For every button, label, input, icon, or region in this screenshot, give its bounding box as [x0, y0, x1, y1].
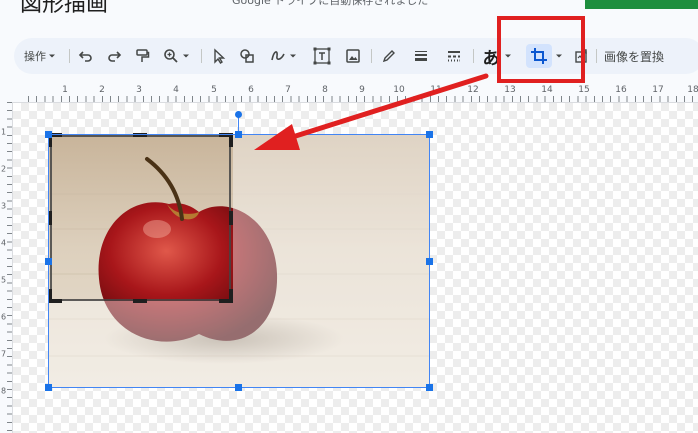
image-icon [346, 49, 360, 63]
border-dash-button[interactable] [442, 44, 466, 68]
ruler-number: 12 [467, 85, 479, 95]
toolbar-divider [371, 49, 372, 63]
text-box-button[interactable] [310, 44, 334, 68]
toolbar-divider [596, 49, 597, 63]
toolbar: 操作 あ 画像を置換 [14, 38, 698, 74]
resize-handle-top-right[interactable] [426, 131, 433, 138]
vertical-ruler: 1 2 3 4 5 6 7 8 [0, 102, 13, 433]
ruler-number: 4 [1, 238, 7, 248]
rotation-handle[interactable] [235, 111, 242, 118]
ruler-number: 17 [652, 85, 664, 95]
ruler-number: 5 [211, 85, 217, 95]
chevron-down-icon [182, 54, 189, 58]
resize-handle-top-left[interactable] [45, 131, 52, 138]
image-selection-frame [48, 134, 430, 388]
line-icon [270, 51, 285, 61]
ruler-number: 2 [1, 164, 7, 174]
undo-button[interactable] [74, 44, 98, 68]
select-icon [214, 48, 226, 64]
border-color-button[interactable] [377, 44, 401, 68]
horizontal-ruler: 1 2 3 4 5 6 7 8 9 10 11 12 13 14 15 16 1… [0, 82, 698, 103]
toolbar-divider [69, 49, 70, 63]
ruler-number: 14 [541, 85, 553, 95]
shape-icon [240, 49, 254, 63]
resize-handle-bottom-right[interactable] [426, 384, 433, 391]
resize-handle-top[interactable] [235, 131, 242, 138]
ruler-number: 1 [62, 85, 68, 95]
undo-icon [78, 51, 92, 62]
ruler-number: 18 [687, 85, 698, 95]
paint-format-icon [136, 49, 150, 62]
toolbar-divider [473, 49, 474, 63]
insert-image-button[interactable] [341, 44, 365, 68]
resize-handle-right[interactable] [426, 258, 433, 265]
ruler-number: 7 [285, 85, 291, 95]
replace-image-button[interactable]: 画像を置換 [604, 44, 684, 68]
ruler-number: 2 [99, 85, 105, 95]
ruler-number: 10 [393, 85, 405, 95]
paint-format-button[interactable] [130, 44, 154, 68]
line-dash-icon [448, 51, 460, 62]
ruler-number: 9 [359, 85, 365, 95]
ruler-number: 7 [1, 349, 7, 359]
pen-icon [382, 50, 395, 63]
ruler-number: 6 [1, 312, 7, 322]
ruler-ticks [28, 96, 698, 102]
ruler-ticks [7, 102, 12, 433]
resize-handle-left[interactable] [45, 258, 52, 265]
ruler-number: 13 [504, 85, 516, 95]
zoom-icon [163, 49, 178, 63]
ruler-number: 11 [430, 85, 442, 95]
redo-button[interactable] [102, 44, 126, 68]
zoom-button[interactable] [158, 44, 194, 68]
toolbar-divider [201, 49, 202, 63]
line-weight-icon [415, 51, 427, 61]
document-title[interactable]: 図形描画 [20, 0, 108, 18]
operations-menu[interactable]: 操作 [24, 44, 64, 68]
ruler-number: 6 [248, 85, 254, 95]
ruler-number: 3 [1, 201, 7, 211]
ruler-number: 1 [1, 127, 7, 137]
ruler-number: 8 [1, 386, 7, 396]
ruler-number: 4 [173, 85, 179, 95]
text-box-icon [313, 47, 331, 65]
chevron-down-icon [49, 54, 55, 58]
resize-handle-bottom[interactable] [235, 384, 242, 391]
annotation-highlight-box [497, 16, 585, 83]
ruler-number: 8 [322, 85, 328, 95]
select-button[interactable] [207, 44, 231, 68]
ruler-number: 3 [136, 85, 142, 95]
border-weight-button[interactable] [409, 44, 433, 68]
shape-button[interactable] [235, 44, 259, 68]
share-button[interactable] [585, 0, 698, 9]
ruler-number: 5 [1, 275, 7, 285]
ruler-number: 15 [578, 85, 590, 95]
title-bar: 図形描画 Google ドライブに自動保存されました [0, 0, 698, 30]
resize-handle-bottom-left[interactable] [45, 384, 52, 391]
redo-icon [108, 51, 122, 62]
operations-label: 操作 [24, 50, 46, 63]
line-button[interactable] [265, 44, 301, 68]
save-status: Google ドライブに自動保存されました [232, 0, 429, 7]
chevron-down-icon [289, 54, 296, 58]
ruler-number: 16 [615, 85, 627, 95]
